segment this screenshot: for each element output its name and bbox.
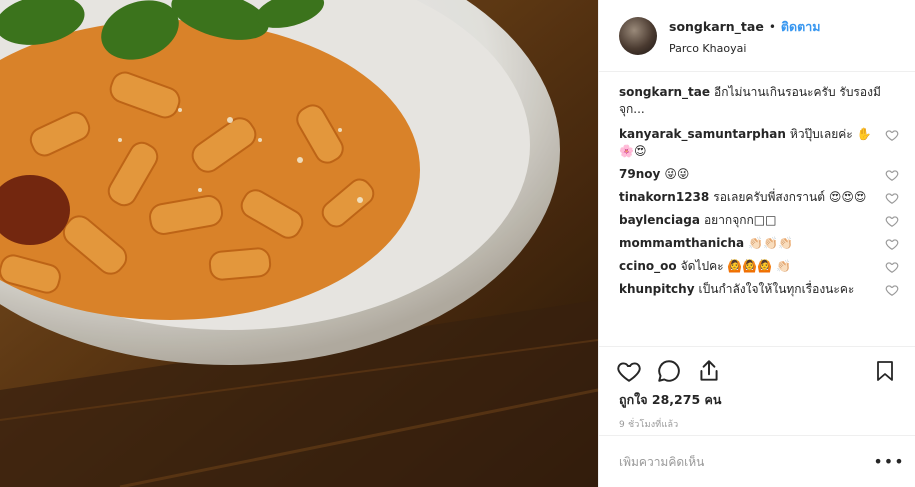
comment-icon: [658, 359, 680, 382]
save-button[interactable]: [871, 357, 899, 385]
comment-text: รอเลยครับพี่สงกรานต์ 😍😍😍: [713, 190, 867, 204]
comment-username[interactable]: kanyarak_samuntarphan: [619, 127, 786, 141]
comment-username[interactable]: mommamthanicha: [619, 236, 744, 250]
comment-username[interactable]: ccino_oo: [619, 259, 677, 273]
comment-heart-icon[interactable]: [885, 237, 899, 251]
comment-text: เป็นกำลังใจให้ในทุกเรื่องนะคะ: [698, 282, 855, 296]
post-header: songkarn_tae • ติดตาม Parco Khaoyai: [599, 0, 915, 72]
comment-heart-icon[interactable]: [885, 128, 899, 142]
comments-list[interactable]: songkarn_tae อีกไม่นานเกินรอนะครับ รับรอง…: [619, 84, 899, 346]
comment-heart-icon[interactable]: [885, 168, 899, 182]
pasta-dish-image: [0, 0, 598, 487]
comment-heart-icon[interactable]: [885, 214, 899, 228]
comment-username[interactable]: baylenciaga: [619, 213, 700, 227]
caption-username[interactable]: songkarn_tae: [619, 85, 710, 99]
comment-username[interactable]: khunpitchy: [619, 282, 695, 296]
header-info: songkarn_tae • ติดตาม Parco Khaoyai: [669, 17, 821, 55]
post-timestamp[interactable]: 9 ชั่วโมงที่แล้ว: [619, 417, 678, 431]
more-options-icon[interactable]: •••: [873, 452, 903, 472]
post-photo[interactable]: [0, 0, 598, 487]
add-comment-input[interactable]: [619, 454, 879, 469]
comment-item: kanyarak_samuntarphan หิวปุ๊บเลยค่ะ ✋🌸😍: [619, 126, 899, 160]
heart-icon: [617, 361, 641, 382]
comment-text: 👏🏻👏🏻👏🏻: [748, 236, 793, 250]
comment-username[interactable]: 79noy: [619, 167, 660, 181]
comment-text: อยากจุกก□□: [703, 213, 777, 227]
comment-item: mommamthanicha 👏🏻👏🏻👏🏻: [619, 235, 899, 252]
comment-heart-icon[interactable]: [885, 260, 899, 274]
likes-count[interactable]: ถูกใจ 28,275 คน: [619, 390, 721, 410]
share-icon: [700, 359, 718, 381]
location-link[interactable]: Parco Khaoyai: [669, 42, 821, 55]
comment-text: 😜😜: [664, 167, 690, 181]
comment-item: tinakorn1238 รอเลยครับพี่สงกรานต์ 😍😍😍: [619, 189, 899, 206]
comment-item: baylenciaga อยากจุกก□□: [619, 212, 899, 229]
comment-button[interactable]: [655, 357, 683, 385]
comment-item: khunpitchy เป็นกำลังใจให้ในทุกเรื่องนะคะ: [619, 281, 899, 298]
share-button[interactable]: [695, 357, 723, 385]
add-comment-bar: •••: [599, 435, 915, 487]
comment-text: จัดไปคะ 🙆🙆🙆 👏🏻: [680, 259, 791, 273]
separator-dot: •: [768, 19, 776, 34]
comment-item: 79noy 😜😜: [619, 166, 899, 183]
comment-username[interactable]: tinakorn1238: [619, 190, 709, 204]
comment-heart-icon[interactable]: [885, 191, 899, 205]
comment-item: ccino_oo จัดไปคะ 🙆🙆🙆 👏🏻: [619, 258, 899, 275]
action-bar: [599, 346, 915, 394]
caption: songkarn_tae อีกไม่นานเกินรอนะครับ รับรอง…: [619, 84, 889, 118]
username-link[interactable]: songkarn_tae: [669, 19, 764, 34]
avatar[interactable]: [619, 16, 657, 55]
follow-button[interactable]: ติดตาม: [781, 17, 821, 37]
like-button[interactable]: [615, 357, 643, 385]
comment-heart-icon[interactable]: [885, 283, 899, 297]
bookmark-icon: [877, 360, 893, 381]
post-side-panel: songkarn_tae • ติดตาม Parco Khaoyai song…: [598, 0, 915, 487]
